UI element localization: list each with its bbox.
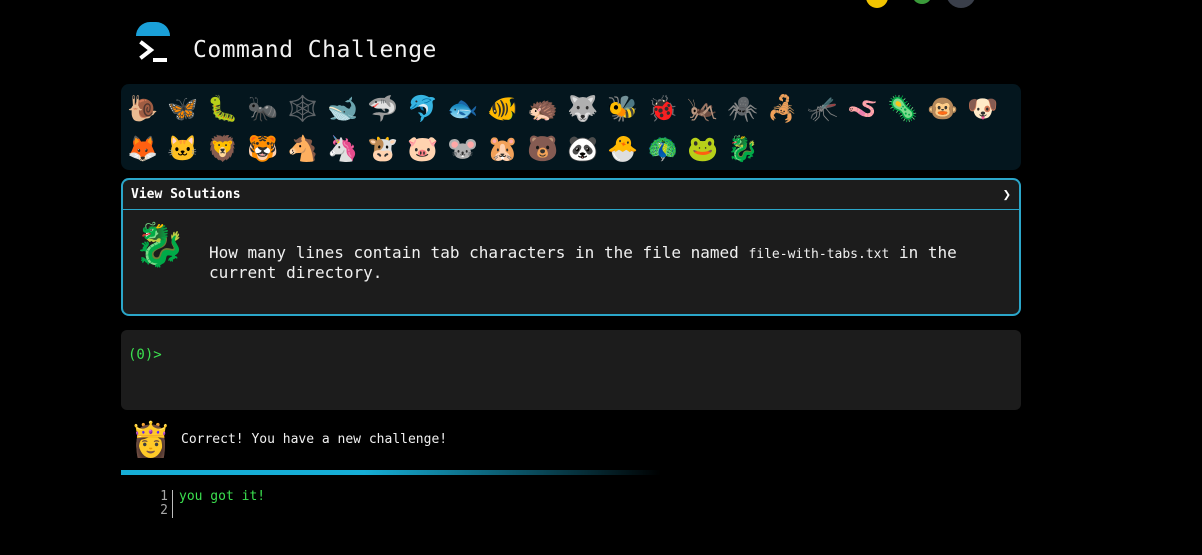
progress-bar: [121, 470, 661, 475]
line-number: 2: [160, 503, 168, 518]
animal-challenge-icon[interactable]: 🐬: [404, 90, 442, 126]
terminal-prompt: (0)>: [128, 347, 162, 363]
header: Command Challenge: [121, 20, 541, 76]
animal-challenge-icon[interactable]: 🐵: [924, 90, 962, 126]
line-text: you got it!: [172, 490, 265, 504]
result-text: Correct! You have a new challenge!: [181, 432, 448, 447]
animal-challenge-icon[interactable]: 🦁: [204, 130, 242, 166]
animal-challenge-icon[interactable]: 🐻: [524, 130, 562, 166]
solutions-panel: View Solutions ❯ 🐉 How many lines contai…: [121, 178, 1021, 316]
animal-challenge-icon[interactable]: 🐯: [244, 130, 282, 166]
animal-challenge-icon[interactable]: 🐸: [684, 130, 722, 166]
animal-challenge-icon[interactable]: 🐛: [204, 90, 242, 126]
result-message: 👸 Correct! You have a new challenge!: [121, 418, 1021, 466]
animal-challenge-icon[interactable]: 🦂: [764, 90, 802, 126]
animal-challenge-icon[interactable]: 🕷️: [724, 90, 762, 126]
animal-challenge-icon[interactable]: 🐶: [964, 90, 1002, 126]
animal-challenge-icon[interactable]: 🐝: [604, 90, 642, 126]
princess-icon: 👸: [129, 420, 173, 460]
animal-challenge-icon[interactable]: 🦟: [804, 90, 842, 126]
animal-challenge-icon[interactable]: 🐋: [324, 90, 362, 126]
animal-challenge-icon[interactable]: 🐉: [724, 130, 762, 166]
animal-challenge-icon[interactable]: 🐟: [444, 90, 482, 126]
avatar[interactable]: [946, 0, 976, 8]
animal-challenge-icon[interactable]: 🐌: [124, 90, 162, 126]
animal-challenge-icon[interactable]: 🦋: [164, 90, 202, 126]
animal-challenge-icon[interactable]: 🐷: [404, 130, 442, 166]
line-number: 1: [160, 489, 168, 504]
animal-challenge-icon[interactable]: 🐴: [284, 130, 322, 166]
terminal-input[interactable]: (0)>: [121, 330, 1021, 410]
view-solutions-label: View Solutions: [131, 187, 241, 202]
animal-row: 🐌 🦋 🐛 🐜 🕸️ 🐋 🦈 🐬 🐟 🐠 🦔 🐺 🐝 🐞 🦗 🕷️ 🦂 🦟 🪱 🦠 🐵 🐶: [123, 88, 1019, 128]
chevron-right-icon[interactable]: ❯: [1003, 187, 1011, 203]
lightbulb-icon[interactable]: [866, 0, 888, 8]
animal-challenge-icon[interactable]: 🐣: [604, 130, 642, 166]
bell-icon[interactable]: [912, 0, 932, 4]
animal-challenge-icon[interactable]: 🐺: [564, 90, 602, 126]
animal-challenge-icon[interactable]: 🦈: [364, 90, 402, 126]
animal-challenge-icon[interactable]: 🦔: [524, 90, 562, 126]
question-text: How many lines contain tab characters in…: [209, 243, 749, 262]
dragon-icon: 🐉: [133, 220, 187, 269]
animal-challenge-icon[interactable]: 🐼: [564, 130, 602, 166]
animal-challenge-icon[interactable]: 🐹: [484, 130, 522, 166]
animal-challenge-icon[interactable]: 🐞: [644, 90, 682, 126]
animal-challenge-icon[interactable]: 🐜: [244, 90, 282, 126]
animal-challenge-icon[interactable]: 🦠: [884, 90, 922, 126]
animal-row: 🦊 🐱 🦁 🐯 🐴 🦄 🐮 🐷 🐭 🐹 🐻 🐼 🐣 🦚 🐸 🐉: [123, 128, 1019, 168]
animal-challenge-icon[interactable]: 🦗: [684, 90, 722, 126]
animal-challenge-icon[interactable]: 🪱: [844, 90, 882, 126]
animal-challenge-icon[interactable]: 🕸️: [284, 90, 322, 126]
animal-challenge-icon[interactable]: 🦄: [324, 130, 362, 166]
command-output: 1 you got it! 2: [150, 490, 265, 518]
page-title: Command Challenge: [193, 37, 437, 63]
animal-challenge-icon[interactable]: 🐭: [444, 130, 482, 166]
view-solutions-toggle[interactable]: View Solutions ❯: [123, 180, 1019, 210]
challenge-question: How many lines contain tab characters in…: [209, 244, 989, 282]
challenge-animal-grid: 🐌 🦋 🐛 🐜 🕸️ 🐋 🦈 🐬 🐟 🐠 🦔 🐺 🐝 🐞 🦗 🕷️ 🦂 🦟 🪱 🦠 🐵 🐶 🦊 🐱 🦁 🐯 🐴 🦄 🐮 🐷 🐭 🐹 🐻 🐼 🐣 🦚 🐸…: [121, 84, 1021, 170]
output-line: 2: [150, 504, 265, 518]
animal-challenge-icon[interactable]: 🦚: [644, 130, 682, 166]
animal-challenge-icon[interactable]: 🐠: [484, 90, 522, 126]
animal-challenge-icon[interactable]: 🦊: [124, 130, 162, 166]
animal-challenge-icon[interactable]: 🐱: [164, 130, 202, 166]
output-line: 1 you got it!: [150, 490, 265, 504]
animal-challenge-icon[interactable]: 🐮: [364, 130, 402, 166]
question-filename: file-with-tabs.txt: [748, 247, 890, 262]
terminal-logo-icon[interactable]: [131, 22, 171, 64]
line-text: [172, 504, 179, 518]
